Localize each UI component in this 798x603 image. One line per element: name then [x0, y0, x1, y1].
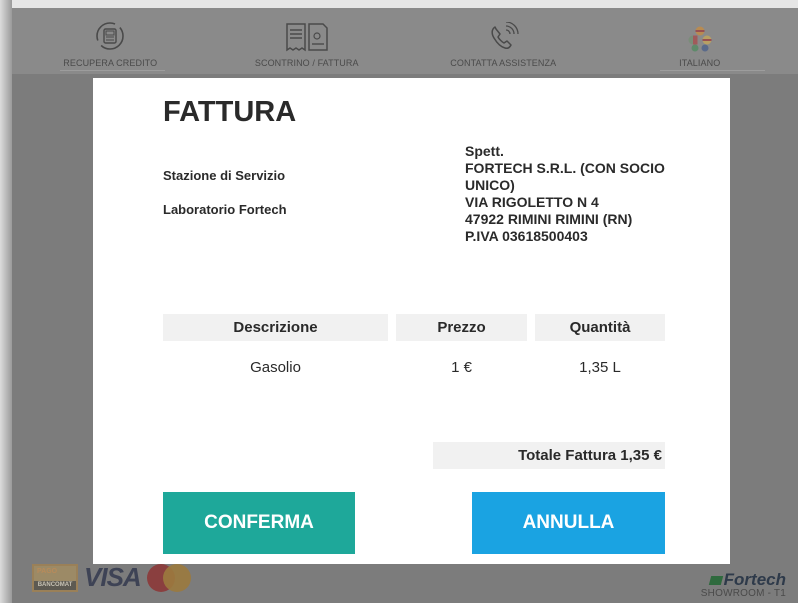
fortech-logo-mark	[708, 576, 723, 585]
buyer-vat: P.IVA 03618500403	[465, 228, 588, 244]
cell-description: Gasolio	[250, 359, 301, 376]
fortech-logo: Fortech	[701, 570, 786, 590]
pagobancomat-logo: PAGO BANCOMAT	[32, 563, 78, 592]
buyer-address: VIA RIGOLETTO N 4	[465, 194, 599, 210]
nav-label: CONTATTA ASSISTENZA	[450, 58, 557, 68]
top-navigation: RECUPERA CREDITO SCONTRINO / FATTURA CON…	[12, 8, 798, 74]
invoice-total: Totale Fattura 1,35 €	[433, 442, 665, 469]
nav-label: RECUPERA CREDITO	[63, 58, 158, 68]
mastercard-logo	[146, 563, 191, 592]
visa-logo: VISA	[84, 562, 142, 592]
nav-lingua[interactable]: ITALIANO	[602, 8, 798, 74]
buyer-info: Spett. FORTECH S.R.L. (CON SOCIO UNICO) …	[465, 143, 705, 245]
language-flags-icon	[688, 26, 712, 52]
brand-name: Fortech	[723, 570, 786, 589]
column-header-description: Descrizione	[163, 314, 388, 341]
buyer-greeting: Spett.	[465, 143, 504, 159]
station-label: SHOWROOM - T1	[700, 588, 786, 599]
dialog-title: FATTURA	[163, 96, 297, 128]
nav-divider	[660, 70, 765, 71]
cell-quantity: 1,35 L	[579, 359, 621, 376]
cell-price: 1 €	[451, 359, 472, 376]
phone-support-icon	[491, 22, 519, 49]
nav-label: SCONTRINO / FATTURA	[254, 58, 359, 68]
seller-line: Stazione di Servizio	[163, 168, 286, 183]
seller-line: Laboratorio Fortech	[163, 202, 287, 217]
receipt-invoice-icon	[286, 23, 328, 52]
nav-recupera-credito[interactable]: RECUPERA CREDITO	[12, 8, 209, 74]
confirm-button[interactable]: CONFERMA	[163, 492, 355, 554]
seller-info: Stazione di Servizio Laboratorio Fortech	[163, 168, 287, 236]
pago-logo-text: PAGO	[37, 567, 58, 575]
bancomat-logo-text: BANCOMAT	[34, 580, 76, 590]
screen-bezel-left	[0, 0, 12, 603]
buyer-city: 47922 RIMINI RIMINI (RN)	[465, 211, 633, 227]
fortech-brand: Fortech SHOWROOM - T1	[701, 570, 786, 599]
invoice-dialog: FATTURA Stazione di Servizio Laboratorio…	[93, 78, 730, 564]
nav-contatta-assistenza[interactable]: CONTATTA ASSISTENZA	[405, 8, 602, 74]
column-header-price: Prezzo	[396, 314, 527, 341]
nav-label: ITALIANO	[679, 58, 721, 68]
nav-scontrino-fattura[interactable]: SCONTRINO / FATTURA	[209, 8, 406, 74]
nav-divider	[60, 70, 165, 71]
column-header-quantity: Quantità	[535, 314, 665, 341]
payment-logos: PAGO BANCOMAT VISA	[32, 562, 191, 593]
cancel-button[interactable]: ANNULLA	[472, 492, 665, 554]
credit-recovery-icon	[96, 22, 125, 50]
buyer-name: FORTECH S.R.L. (CON SOCIO UNICO)	[465, 160, 665, 193]
